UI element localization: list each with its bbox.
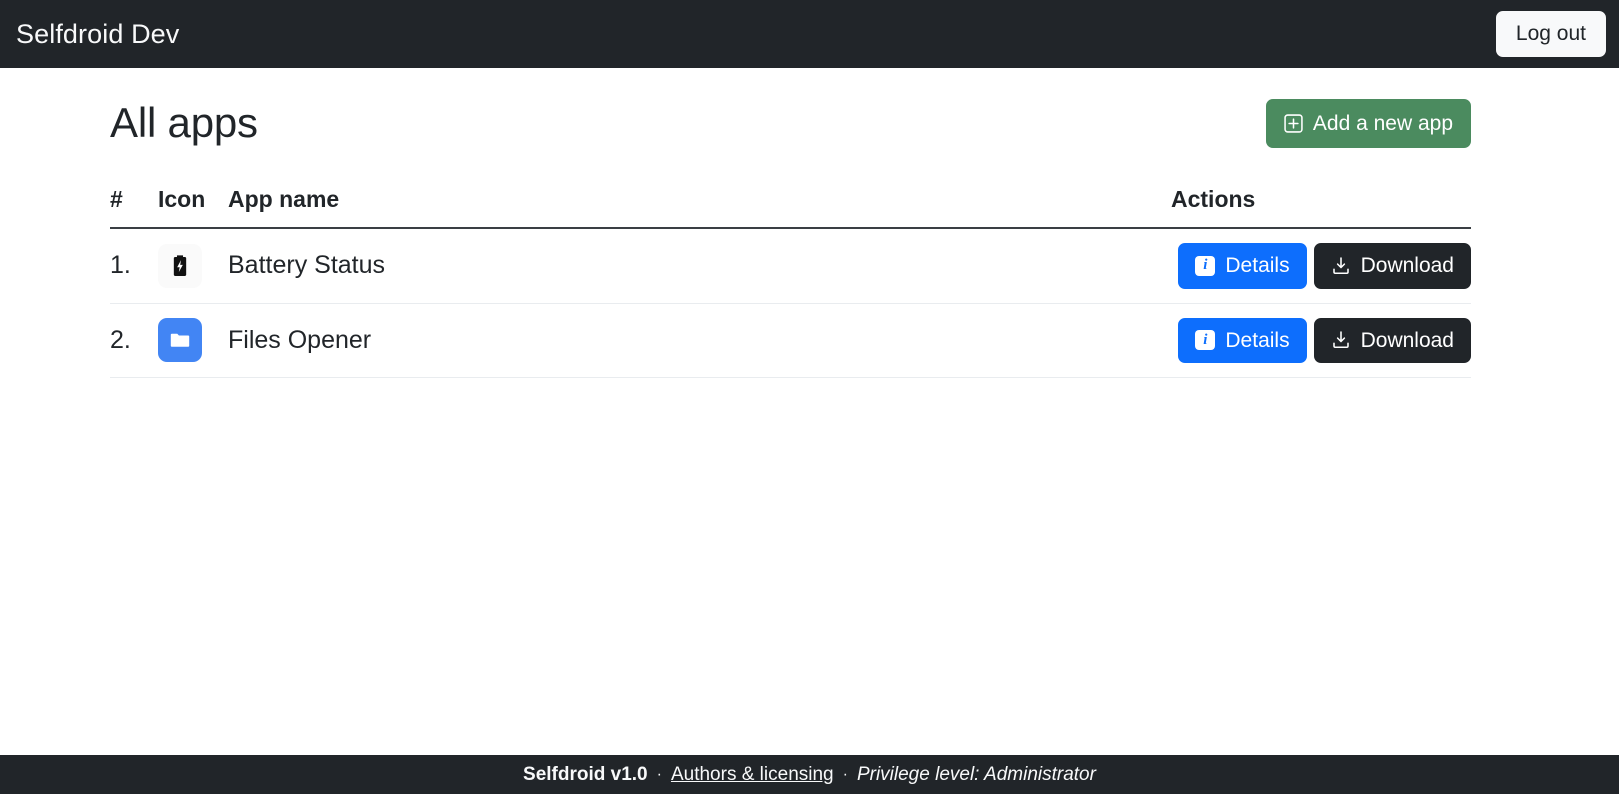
details-button[interactable]: i Details [1178,243,1307,289]
brand-title: Selfdroid Dev [16,18,180,49]
table-row: 1. Battery Status i Details Download [110,228,1471,304]
row-actions: i Details Download [1178,243,1471,289]
download-label: Download [1360,328,1454,352]
logout-button[interactable]: Log out [1495,10,1606,58]
header-actions: Actions [1171,186,1471,230]
row-app-name: Files Opener [228,303,1171,378]
download-icon [1331,330,1351,350]
row-icon-cell [158,303,228,378]
details-label: Details [1225,254,1290,278]
footer-separator-1: · [656,765,662,783]
app-name-label: Battery Status [228,251,386,280]
row-actions: i Details Download [1178,317,1471,363]
apps-table: # Icon App name Actions 1. Battery Statu… [110,186,1471,378]
download-label: Download [1360,254,1454,278]
page-title: All apps [110,99,258,146]
battery-charging-icon [158,243,202,288]
apps-table-head: # Icon App name Actions [110,186,1471,230]
info-icon: i [1195,330,1216,351]
row-app-name: Battery Status [228,228,1171,304]
page-header-row: All apps Add a new app [110,68,1471,148]
table-row: 2. Files Opener i Details Download [110,303,1471,378]
row-actions-cell: i Details Download [1171,303,1471,378]
authors-licensing-link[interactable]: Authors & licensing [671,764,834,786]
details-label: Details [1225,328,1290,352]
download-button[interactable]: Download [1313,243,1471,289]
main-content: All apps Add a new app # Icon App name A… [0,68,1619,755]
footer-version: Selfdroid v1.0 [523,763,648,785]
top-navbar: Selfdroid Dev Log out [0,0,1619,68]
row-number: 2. [110,303,158,378]
apps-table-body: 1. Battery Status i Details Download 2. … [110,228,1471,378]
header-app-name: App name [228,186,1171,230]
row-actions-cell: i Details Download [1171,228,1471,304]
add-a-new-app-label: Add a new app [1312,111,1453,135]
download-button[interactable]: Download [1313,317,1471,363]
row-number: 1. [110,228,158,304]
page-footer: Selfdroid v1.0 · Authors & licensing · P… [0,755,1619,794]
app-name-label: Files Opener [228,325,372,354]
download-icon [1331,256,1351,276]
details-button[interactable]: i Details [1178,317,1307,363]
row-icon-cell [158,228,228,304]
footer-separator-2: · [842,765,848,783]
privilege-level-label: Privilege level: Administrator [856,763,1096,785]
header-number: # [110,186,158,230]
table-header-row: # Icon App name Actions [110,186,1471,230]
plus-square-icon [1284,113,1303,133]
info-icon: i [1195,255,1216,276]
folder-icon [158,318,202,363]
add-a-new-app-button[interactable]: Add a new app [1265,98,1471,148]
app-page: Selfdroid Dev Log out All apps Add a new… [0,0,1619,794]
header-icon: Icon [158,186,228,230]
